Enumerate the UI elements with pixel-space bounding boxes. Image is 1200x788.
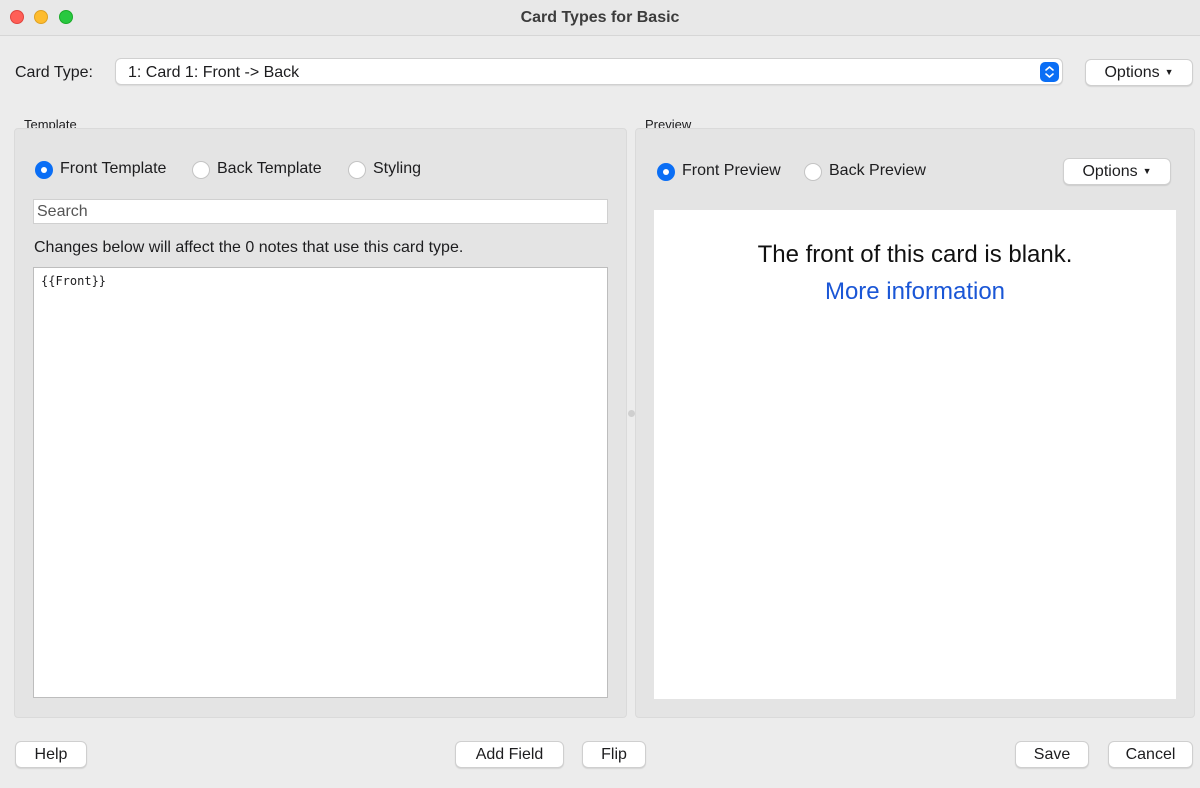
card-type-options-label: Options: [1104, 64, 1160, 81]
front-template-label: Front Template: [60, 160, 167, 177]
card-type-options-button[interactable]: Options ▼: [1085, 59, 1193, 86]
title-bar: Card Types for Basic: [0, 0, 1200, 36]
cancel-button[interactable]: Cancel: [1108, 741, 1193, 768]
radio-selected-icon: [35, 161, 53, 179]
front-preview-label: Front Preview: [682, 162, 781, 179]
panel-splitter-handle[interactable]: [628, 410, 635, 417]
affected-notes-info: Changes below will affect the 0 notes th…: [34, 239, 464, 256]
card-type-select[interactable]: 1: Card 1: Front -> Back: [115, 58, 1063, 85]
flip-button[interactable]: Flip: [582, 741, 646, 768]
window-title: Card Types for Basic: [520, 9, 680, 26]
back-template-label: Back Template: [217, 160, 322, 177]
add-field-button[interactable]: Add Field: [455, 741, 564, 768]
card-type-label: Card Type:: [15, 64, 93, 81]
card-types-window: Card Types for Basic Card Type: 1: Card …: [0, 0, 1200, 788]
preview-options-button[interactable]: Options ▼: [1063, 158, 1171, 185]
radio-unselected-icon: [804, 163, 822, 181]
blank-card-message: The front of this card is blank.: [757, 241, 1073, 268]
save-button[interactable]: Save: [1015, 741, 1089, 768]
select-stepper-icon: [1040, 62, 1059, 82]
more-information-link[interactable]: More information: [654, 278, 1176, 306]
dropdown-caret-icon: ▼: [1142, 166, 1152, 176]
template-editor[interactable]: {{Front}}: [33, 267, 608, 698]
template-search-input[interactable]: Search: [33, 199, 608, 224]
styling-label: Styling: [373, 160, 422, 177]
dropdown-caret-icon: ▼: [1164, 67, 1174, 77]
card-preview-area: The front of this card is blank. More in…: [654, 210, 1176, 699]
back-preview-label: Back Preview: [829, 162, 926, 179]
card-type-selected-value: 1: Card 1: Front -> Back: [128, 64, 300, 81]
help-button[interactable]: Help: [15, 741, 87, 768]
radio-unselected-icon: [192, 161, 210, 179]
radio-selected-icon: [657, 163, 675, 181]
preview-options-label: Options: [1082, 163, 1138, 180]
radio-unselected-icon: [348, 161, 366, 179]
